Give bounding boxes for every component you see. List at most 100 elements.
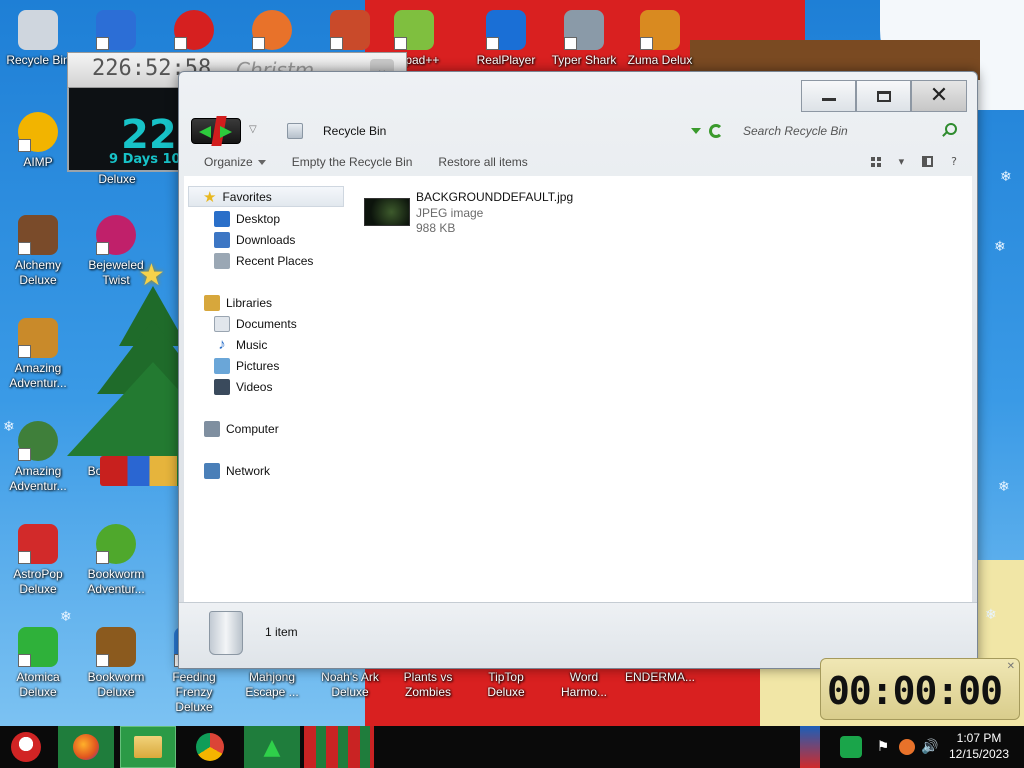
- view-options-chevron-icon[interactable]: ▾: [899, 155, 905, 168]
- help-icon[interactable]: ?: [951, 155, 957, 168]
- nav-favorites[interactable]: ★ Favorites: [188, 186, 344, 207]
- nav-recent-places[interactable]: Recent Places: [214, 253, 313, 269]
- file-item[interactable]: BACKGROUNDDEFAULT.jpg JPEG image 988 KB: [364, 190, 624, 240]
- bookworm-adventures-icon: [96, 524, 136, 564]
- close-icon: ✕: [929, 83, 949, 108]
- address-bar[interactable]: Recycle Bin: [275, 118, 723, 144]
- recent-places-icon: [214, 253, 230, 269]
- address-path[interactable]: Recycle Bin: [323, 124, 386, 138]
- taskbar-tree-app[interactable]: ▲: [244, 726, 300, 768]
- firefox-icon: [73, 734, 99, 760]
- aimp-icon: [18, 112, 58, 152]
- firefox-icon: [252, 10, 292, 50]
- taskbar-clock[interactable]: 1:07 PM 12/15/2023: [944, 730, 1014, 762]
- volume-icon[interactable]: 🔊: [920, 726, 940, 768]
- preview-pane-icon[interactable]: [922, 156, 934, 167]
- maximize-icon: [876, 90, 891, 102]
- chrome-icon: [196, 733, 224, 761]
- recent-pages-dropdown[interactable]: ▽: [249, 124, 257, 135]
- navigation-pane: ★ Favorites Desktop Downloads Recent Pla…: [184, 176, 354, 601]
- desktop-icon-deluxe[interactable]: [78, 10, 154, 53]
- recycle-bin-window[interactable]: ✕ ▽ Recycle Bin Search Recycle Bin Organ…: [178, 71, 978, 669]
- search-icon[interactable]: [945, 123, 957, 135]
- snowflake-icon: ❄: [998, 479, 1010, 495]
- desktop-icon: [214, 211, 230, 227]
- taskbar-firefox[interactable]: [58, 726, 114, 768]
- folder-icon: [134, 736, 162, 758]
- christmas-tree-icon: ▲: [263, 734, 281, 760]
- forward-arrow-icon[interactable]: [220, 126, 232, 138]
- desktop-icon-aimp[interactable]: AIMP: [0, 112, 76, 170]
- realplayer-icon: [486, 10, 526, 50]
- start-button[interactable]: [4, 726, 48, 768]
- stopwatch-widget[interactable]: 00:00:00 ✕: [820, 658, 1020, 720]
- atomica-icon: [18, 627, 58, 667]
- desktop-icon-bookworm-adventures[interactable]: Bookworm Adventur...: [78, 524, 154, 597]
- countdown-days-text: 9 Days 10: [109, 152, 181, 167]
- nav-desktop[interactable]: Desktop: [214, 211, 280, 227]
- desktop-icon-realplayer[interactable]: RealPlayer: [468, 10, 544, 68]
- window-caption-buttons: ✕: [801, 80, 967, 112]
- restore-all-items-button[interactable]: Restore all items: [438, 155, 527, 169]
- nav-libraries[interactable]: Libraries: [204, 295, 272, 311]
- desktop-icon-label-deluxe[interactable]: Deluxe: [82, 172, 152, 187]
- taskbar-explorer[interactable]: [120, 726, 176, 768]
- tray-power-icon[interactable]: ⚑: [872, 726, 894, 768]
- minimize-button[interactable]: [801, 80, 856, 112]
- tray-network-icon[interactable]: [836, 726, 866, 768]
- desktop-icon-bloons[interactable]: [156, 10, 232, 53]
- search-box[interactable]: Search Recycle Bin: [735, 118, 967, 144]
- tray-firefox-icon[interactable]: [896, 726, 918, 768]
- recycle-bin-large-icon: [209, 611, 243, 655]
- nav-documents[interactable]: Documents: [214, 316, 297, 332]
- file-size: 988 KB: [416, 221, 456, 235]
- taskbar-stripes[interactable]: [304, 726, 374, 768]
- organize-menu[interactable]: Organize: [204, 155, 266, 169]
- back-forward-buttons[interactable]: [191, 116, 241, 146]
- nav-music[interactable]: ♪ Music: [214, 337, 267, 353]
- desktop-icon-recycle-bin[interactable]: Recycle Bin: [0, 10, 76, 68]
- snowflake-icon: ❄: [60, 609, 72, 625]
- downloads-icon: [214, 232, 230, 248]
- desktop-icon-astropop-deluxe[interactable]: AstroPop Deluxe: [0, 524, 76, 597]
- item-count: 1 item: [265, 625, 298, 639]
- address-row: ▽ Recycle Bin Search Recycle Bin: [187, 116, 969, 146]
- nav-computer[interactable]: Computer: [204, 421, 279, 437]
- desktop-icon-typer-shark[interactable]: Typer Shark: [546, 10, 622, 68]
- snowflake-icon: ❄: [1000, 169, 1012, 185]
- address-dropdown-icon[interactable]: [691, 128, 701, 134]
- maximize-button[interactable]: [856, 80, 911, 112]
- content-area: ★ Favorites Desktop Downloads Recent Pla…: [184, 176, 972, 664]
- desktop-icon-firefox[interactable]: [234, 10, 310, 53]
- videos-icon: [214, 379, 230, 395]
- back-arrow-icon[interactable]: [199, 126, 211, 138]
- desktop-icon-zuma-deluxe[interactable]: Zuma Delux: [622, 10, 698, 68]
- desktop-icon-atomica-deluxe[interactable]: Atomica Deluxe: [0, 627, 76, 700]
- pictures-icon: [214, 358, 230, 374]
- clock-time: 1:07 PM: [956, 731, 1002, 745]
- recycle-bin-small-icon: [287, 123, 303, 139]
- change-view-icon[interactable]: [870, 156, 881, 167]
- nav-network[interactable]: Network: [204, 463, 270, 479]
- close-button[interactable]: ✕: [911, 80, 967, 112]
- tray-flag-icon[interactable]: [800, 726, 820, 768]
- refresh-icon[interactable]: [709, 124, 723, 138]
- game-icon: [96, 10, 136, 50]
- notepad-plus-icon: [394, 10, 434, 50]
- desktop-icon-bookworm-deluxe[interactable]: Bookworm Deluxe: [78, 627, 154, 700]
- empty-recycle-bin-button[interactable]: Empty the Recycle Bin: [292, 155, 413, 169]
- snowflake-icon: ❄: [994, 239, 1006, 255]
- bejeweled-icon: [96, 215, 136, 255]
- nav-downloads[interactable]: Downloads: [214, 232, 295, 248]
- command-bar: Organize Empty the Recycle Bin Restore a…: [179, 150, 977, 174]
- shark-icon: [564, 10, 604, 50]
- nav-pictures[interactable]: Pictures: [214, 358, 279, 374]
- search-input[interactable]: Search Recycle Bin: [743, 124, 848, 138]
- libraries-icon: [204, 295, 220, 311]
- star-icon: ★: [203, 188, 217, 206]
- file-type: JPEG image: [416, 206, 484, 220]
- nav-videos[interactable]: Videos: [214, 379, 272, 395]
- widget-close-icon[interactable]: ✕: [1007, 661, 1015, 672]
- taskbar-chrome[interactable]: [182, 726, 238, 768]
- snowflake-icon: ❄: [985, 607, 997, 623]
